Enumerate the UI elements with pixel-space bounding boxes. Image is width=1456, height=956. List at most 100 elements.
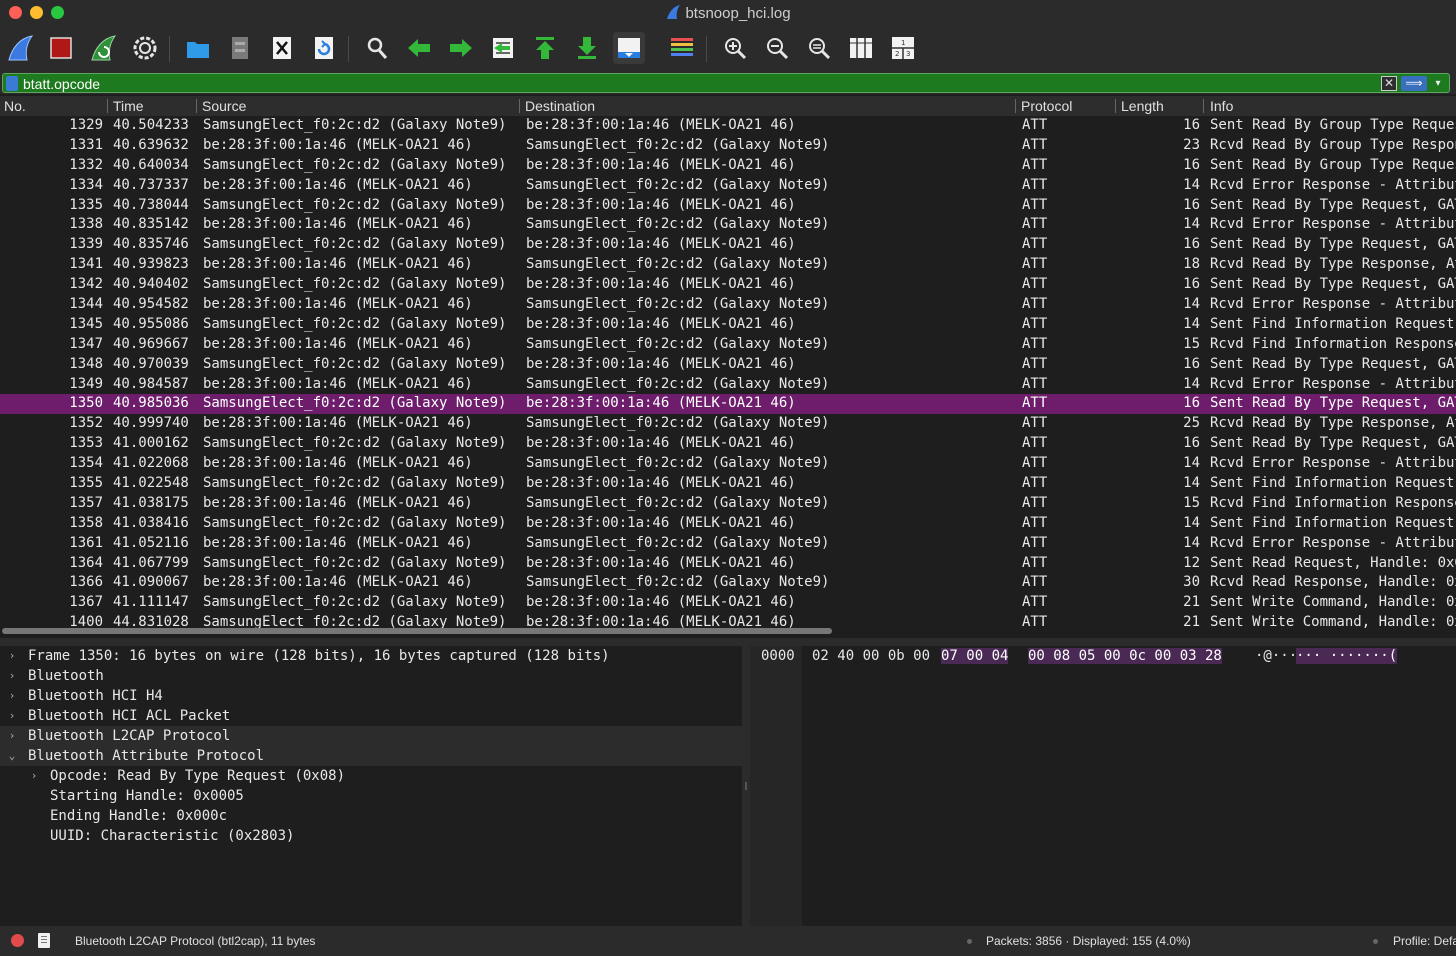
chevron-right-icon[interactable]: ›: [6, 686, 18, 706]
pane-splitter[interactable]: [0, 638, 1456, 646]
packet-row[interactable]: 1349 40.984587 be:28:3f:00:1a:46 (MELK-OA2…: [0, 375, 1456, 395]
column-header-destination[interactable]: Destination: [525, 98, 595, 114]
packet-row[interactable]: 1357 41.038175 be:28:3f:00:1a:46 (MELK-OA2…: [0, 494, 1456, 514]
detail-tree-item[interactable]: UUID: Characteristic (0x2803): [0, 826, 742, 846]
start-capture-button[interactable]: [4, 32, 36, 64]
packet-bytes-pane[interactable]: 0000 02 40 00 0b 00 07 00 04 00 08 05 00…: [750, 646, 1456, 926]
packet-row[interactable]: 1345 40.955086 SamsungElect_f0:2c:d2 (Gala…: [0, 315, 1456, 335]
bytes-ascii-highlight[interactable]: ··· ·······(: [1296, 648, 1398, 664]
bytes-ascii-plain[interactable]: ·@···: [1255, 648, 1297, 664]
packet-protocol: ATT: [1022, 514, 1048, 531]
column-header-protocol[interactable]: Protocol: [1021, 98, 1072, 114]
packet-source: SamsungElect_f0:2c:d2 (Galaxy Note9): [203, 395, 507, 412]
find-packet-button[interactable]: [361, 32, 393, 64]
packet-length: 16: [1183, 395, 1200, 412]
display-filter-input[interactable]: [23, 75, 1363, 92]
bytes-hex-highlight-2[interactable]: 00 08 05 00 0c 00 03 28: [1028, 648, 1222, 664]
packet-row[interactable]: 1353 41.000162 SamsungElect_f0:2c:d2 (Gala…: [0, 434, 1456, 454]
detail-tree-item[interactable]: › Bluetooth: [0, 666, 742, 686]
column-header-no[interactable]: No.: [4, 98, 26, 114]
column-divider[interactable]: [1203, 99, 1204, 113]
column-divider[interactable]: [1015, 99, 1016, 113]
packet-row[interactable]: 1347 40.969667 be:28:3f:00:1a:46 (MELK-OA2…: [0, 335, 1456, 355]
packet-row[interactable]: 1348 40.970039 SamsungElect_f0:2c:d2 (Gala…: [0, 355, 1456, 375]
detail-tree-item[interactable]: › Bluetooth HCI H4: [0, 686, 742, 706]
clear-filter-button[interactable]: ✕: [1381, 76, 1397, 91]
packet-details-pane[interactable]: › Frame 1350: 16 bytes on wire (128 bits)…: [0, 646, 742, 926]
reload-file-button[interactable]: [308, 32, 340, 64]
profile-status[interactable]: Profile: Default: [1393, 934, 1456, 948]
chevron-right-icon[interactable]: ›: [6, 706, 18, 726]
bookmark-icon[interactable]: [6, 76, 18, 91]
expert-info-icon[interactable]: [11, 934, 24, 947]
packet-row[interactable]: 1339 40.835746 SamsungElect_f0:2c:d2 (Gala…: [0, 235, 1456, 255]
close-file-button[interactable]: [266, 32, 298, 64]
packet-row[interactable]: 1352 40.999740 be:28:3f:00:1a:46 (MELK-OA2…: [0, 414, 1456, 434]
column-divider[interactable]: [1115, 99, 1116, 113]
packet-row[interactable]: 1341 40.939823 be:28:3f:00:1a:46 (MELK-OA2…: [0, 255, 1456, 275]
column-header-source[interactable]: Source: [202, 98, 246, 114]
bytes-hex-plain[interactable]: 02 40 00 0b 00: [812, 648, 930, 664]
packet-row[interactable]: 1344 40.954582 be:28:3f:00:1a:46 (MELK-OA2…: [0, 295, 1456, 315]
detail-item-label: Bluetooth HCI H4: [28, 688, 163, 704]
column-divider[interactable]: [107, 99, 108, 113]
detail-tree-item[interactable]: › Opcode: Read By Type Request (0x08): [0, 766, 742, 786]
packet-row[interactable]: 1366 41.090067 be:28:3f:00:1a:46 (MELK-OA2…: [0, 573, 1456, 593]
pane-splitter-vertical[interactable]: [742, 646, 750, 926]
packet-row-selected[interactable]: 1350 40.985036 SamsungElect_f0:2c:d2 (Gala…: [0, 394, 1456, 415]
packet-protocol: ATT: [1022, 475, 1048, 492]
packet-row[interactable]: 1331 40.639632 be:28:3f:00:1a:46 (MELK-OA2…: [0, 136, 1456, 156]
packet-row[interactable]: 1364 41.067799 SamsungElect_f0:2c:d2 (Gala…: [0, 554, 1456, 574]
stop-capture-button[interactable]: [45, 32, 77, 64]
horizontal-scrollbar[interactable]: [2, 628, 832, 634]
packet-row[interactable]: 1338 40.835142 be:28:3f:00:1a:46 (MELK-OA2…: [0, 215, 1456, 235]
detail-tree-item[interactable]: Starting Handle: 0x0005: [0, 786, 742, 806]
go-to-packet-button[interactable]: [487, 32, 519, 64]
column-header-length[interactable]: Length: [1121, 98, 1164, 114]
detail-tree-item[interactable]: › Bluetooth L2CAP Protocol: [0, 726, 742, 746]
packet-row[interactable]: 1355 41.022548 SamsungElect_f0:2c:d2 (Gala…: [0, 474, 1456, 494]
detail-tree-item[interactable]: Ending Handle: 0x000c: [0, 806, 742, 826]
packet-row[interactable]: 1367 41.111147 SamsungElect_f0:2c:d2 (Gala…: [0, 593, 1456, 613]
open-file-button[interactable]: [182, 32, 214, 64]
packet-row[interactable]: 1361 41.052116 be:28:3f:00:1a:46 (MELK-OA2…: [0, 534, 1456, 554]
chevron-right-icon[interactable]: ›: [6, 666, 18, 686]
filter-history-dropdown[interactable]: ▾: [1431, 75, 1445, 92]
packet-row[interactable]: 1335 40.738044 SamsungElect_f0:2c:d2 (Gala…: [0, 196, 1456, 216]
go-to-last-packet-button[interactable]: [571, 32, 603, 64]
packet-row[interactable]: 1329 40.504233 SamsungElect_f0:2c:d2 (Gala…: [0, 116, 1456, 136]
go-to-first-packet-button[interactable]: [529, 32, 561, 64]
packet-row[interactable]: 1342 40.940402 SamsungElect_f0:2c:d2 (Gala…: [0, 275, 1456, 295]
zoom-out-button[interactable]: [761, 32, 793, 64]
column-divider[interactable]: [196, 99, 197, 113]
chevron-right-icon[interactable]: ›: [6, 646, 18, 666]
packet-row[interactable]: 1334 40.737337 be:28:3f:00:1a:46 (MELK-OA2…: [0, 176, 1456, 196]
capture-options-button[interactable]: [129, 32, 161, 64]
column-header-info[interactable]: Info: [1210, 98, 1233, 114]
restart-capture-button[interactable]: [87, 32, 119, 64]
colorize-button[interactable]: [666, 32, 698, 64]
zoom-in-button[interactable]: [719, 32, 751, 64]
apply-filter-button[interactable]: ⟹: [1401, 76, 1427, 91]
packet-row[interactable]: 1354 41.022068 be:28:3f:00:1a:46 (MELK-OA2…: [0, 454, 1456, 474]
packet-list[interactable]: No. Time Source Destination Protocol Len…: [0, 96, 1456, 636]
auto-scroll-button[interactable]: [613, 32, 645, 64]
resize-columns-button[interactable]: [845, 32, 877, 64]
packet-row[interactable]: 1358 41.038416 SamsungElect_f0:2c:d2 (Gala…: [0, 514, 1456, 534]
chevron-down-icon[interactable]: ⌄: [6, 746, 18, 766]
capture-comment-icon[interactable]: [38, 933, 50, 948]
detail-tree-item[interactable]: › Frame 1350: 16 bytes on wire (128 bits)…: [0, 646, 742, 666]
normal-size-button[interactable]: [803, 32, 835, 64]
column-header-time[interactable]: Time: [113, 98, 144, 114]
go-back-button[interactable]: [403, 32, 435, 64]
column-layout-button[interactable]: 123: [887, 32, 919, 64]
detail-tree-item[interactable]: ⌄ Bluetooth Attribute Protocol: [0, 746, 742, 766]
detail-tree-item[interactable]: › Bluetooth HCI ACL Packet: [0, 706, 742, 726]
go-forward-button[interactable]: [445, 32, 477, 64]
chevron-right-icon[interactable]: ›: [28, 766, 40, 786]
save-file-button[interactable]: [224, 32, 256, 64]
chevron-right-icon[interactable]: ›: [6, 726, 18, 746]
column-divider[interactable]: [519, 99, 520, 113]
bytes-hex-highlight-1[interactable]: 07 00 04: [941, 648, 1009, 664]
packet-row[interactable]: 1332 40.640034 SamsungElect_f0:2c:d2 (Gala…: [0, 156, 1456, 176]
